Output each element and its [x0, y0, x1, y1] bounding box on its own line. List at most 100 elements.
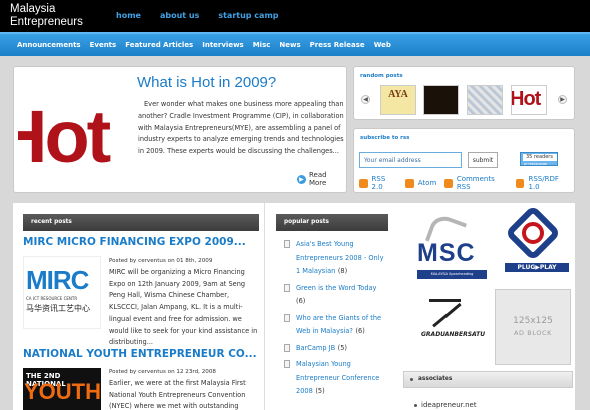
rdf-link[interactable]: RSS/RDF 1.0 — [528, 175, 570, 191]
graduan-text: GRADUANBERSATU — [421, 331, 486, 338]
top-bar: Malaysia Entrepreneurs home about us sta… — [0, 0, 590, 32]
popular-post-count: (6) — [296, 297, 306, 305]
recent-posts-column: recent posts MIRC MICRO FINANCING EXPO 2… — [13, 203, 265, 410]
list-item: Asia's Best Young Entrepreneurs 2008 - O… — [276, 238, 388, 279]
associate-link[interactable]: ideapreneur.net — [414, 401, 477, 409]
document-icon — [284, 313, 290, 322]
msc-logo-text: MSC — [417, 239, 476, 267]
associates-title: associates — [418, 376, 453, 382]
popular-post-count: (8) — [337, 267, 348, 275]
subscribe-title: subscribe to rss — [360, 135, 410, 141]
ad-block[interactable]: 125x125 AD BLOCK — [495, 289, 571, 365]
thumb-1-text: AYA — [388, 89, 408, 100]
menu-announcements[interactable]: Announcements — [17, 41, 81, 49]
comments-rss-link[interactable]: Comments RSS — [457, 175, 508, 191]
feedburner-counter[interactable]: 35 readers BY FEEDBURNER — [520, 152, 558, 166]
list-item: Green is the Word Today (6) — [276, 282, 388, 309]
document-icon — [284, 343, 290, 352]
plug-play-text: PLUG▶PLAY — [505, 263, 569, 272]
random-thumb-4[interactable]: Hot — [511, 85, 547, 115]
post-image-mirc[interactable]: MIRC CA ICT RESOURCE CENTR 马华资讯工艺中心 — [23, 256, 101, 329]
associates-heading: associates — [403, 371, 573, 388]
read-more-label: Read More — [308, 171, 327, 187]
popular-post-count: (5) — [315, 387, 325, 395]
category-menu: Announcements Events Featured Articles I… — [0, 32, 590, 56]
random-thumb-1[interactable]: AYA — [380, 85, 416, 115]
content-area: recent posts MIRC MICRO FINANCING EXPO 2… — [13, 203, 575, 410]
random-thumb-2[interactable] — [423, 85, 459, 115]
post-title-2[interactable]: NATIONAL YOUTH ENTREPRENEUR CO... — [23, 348, 257, 360]
popular-post-count: (6) — [355, 327, 365, 335]
arrow-right-icon: ▶ — [297, 174, 306, 184]
post-title-1[interactable]: MIRC MICRO FINANCING EXPO 2009... — [23, 236, 246, 248]
graduan-bersatu-logo[interactable]: GRADUANBERSATU — [415, 291, 495, 343]
rss-icon — [515, 178, 525, 188]
nav-home-link[interactable]: home — [116, 11, 141, 20]
recent-posts-heading: recent posts — [23, 214, 259, 231]
graduan-mark-icon — [429, 295, 463, 328]
rss-icon — [444, 178, 453, 188]
menu-interviews[interactable]: Interviews — [202, 41, 243, 49]
email-input[interactable] — [359, 152, 462, 168]
prev-arrow-icon[interactable]: ◀ — [361, 95, 370, 104]
submit-button[interactable]: submit — [468, 152, 498, 168]
featured-post: Hot in What is Hot in 2009? Ever wonder … — [13, 66, 347, 193]
random-posts-title: random posts — [360, 73, 403, 79]
mirc-logo-chinese: 马华资讯工艺中心 — [26, 304, 90, 313]
bullet-icon — [410, 378, 413, 381]
next-arrow-icon[interactable]: ▶ — [558, 95, 567, 104]
thumb-4-text: Hot — [511, 88, 541, 110]
popular-post-title[interactable]: Green is the Word Today — [296, 284, 376, 292]
popular-post-title[interactable]: BarCamp JB — [296, 344, 335, 352]
mirc-logo-text: MIRC — [26, 265, 89, 295]
popular-posts-list: Asia's Best Young Entrepreneurs 2008 - O… — [276, 238, 388, 402]
menu-web[interactable]: Web — [374, 41, 391, 49]
list-item: BarCamp JB (5) — [276, 342, 388, 356]
menu-misc[interactable]: Misc — [253, 41, 271, 49]
popular-posts-column: popular posts Asia's Best Young Entrepre… — [276, 210, 388, 410]
rss-icon — [405, 178, 414, 188]
menu-press-release[interactable]: Press Release — [310, 41, 365, 49]
nav-about-link[interactable]: about us — [160, 11, 199, 20]
document-icon — [284, 360, 290, 368]
featured-title[interactable]: What is Hot in 2009? — [137, 74, 276, 91]
post-excerpt-1: MIRC will be organizing a Micro Financin… — [109, 268, 258, 347]
rss-icon — [359, 178, 368, 188]
msc-tagline: MALAYSIA Spearheading Transformation — [417, 270, 487, 285]
reader-count: 35 readers — [523, 154, 557, 161]
feedburner-label: BY FEEDBURNER — [524, 162, 548, 166]
post-excerpt-2: Earlier, we were at the first Malaysia F… — [109, 379, 246, 410]
menu-news[interactable]: News — [279, 41, 300, 49]
random-thumb-3[interactable] — [467, 85, 503, 115]
site-logo[interactable]: Malaysia Entrepreneurs — [10, 3, 83, 29]
menu-featured-articles[interactable]: Featured Articles — [125, 41, 193, 49]
mirc-logo-sub: CA ICT RESOURCE CENTR — [26, 296, 78, 301]
featured-image[interactable]: Hot in — [18, 84, 144, 188]
rss2-link[interactable]: RSS 2.0 — [372, 175, 398, 191]
popular-post-title[interactable]: Malaysian Young Entrepreneur Conference … — [296, 360, 379, 395]
document-icon — [284, 240, 290, 248]
atom-link[interactable]: Atom — [418, 179, 437, 187]
feed-links: RSS 2.0 Atom Comments RSS RSS/RDF 1.0 — [359, 175, 574, 191]
top-nav: home about us startup camp — [116, 11, 279, 20]
post-image-youth[interactable]: THE 2ND NATIONAL YOUTH — [23, 368, 101, 410]
msc-logo[interactable]: MSC MALAYSIA Spearheading Transformation — [415, 212, 495, 285]
youth-image-big: YOUTH — [24, 379, 101, 404]
popular-post-title[interactable]: Who are the Giants of the Web in Malaysi… — [296, 314, 381, 336]
featured-excerpt: Ever wonder what makes one business more… — [138, 100, 344, 156]
random-posts-box: random posts ◀ AYA Hot ▶ — [353, 66, 575, 120]
list-item: Malaysian Young Entrepreneur Conference … — [276, 358, 388, 399]
subscribe-box: subscribe to rss submit 35 readers BY FE… — [353, 128, 575, 193]
menu-events[interactable]: Events — [90, 41, 117, 49]
plug-play-ring-icon — [522, 222, 544, 244]
nav-startup-camp-link[interactable]: startup camp — [218, 11, 278, 20]
post-meta-2: Posted by cerventus on 12 23rd, 2008 — [109, 369, 216, 375]
popular-post-count: (5) — [337, 343, 347, 352]
list-item: Who are the Giants of the Web in Malaysi… — [276, 312, 388, 339]
popular-posts-heading: popular posts — [276, 214, 388, 231]
sponsors-column: MSC MALAYSIA Spearheading Transformation… — [393, 203, 575, 410]
read-more-link[interactable]: ▶ Read More — [297, 171, 346, 187]
plug-and-play-logo[interactable]: PLUG▶PLAY — [501, 204, 571, 281]
featured-image-text: Hot in — [18, 95, 111, 188]
ad-label: AD BLOCK — [513, 329, 553, 337]
